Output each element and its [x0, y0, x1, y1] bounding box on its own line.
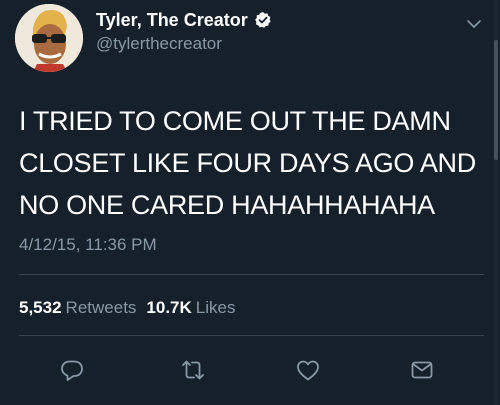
tweet-text-line: NO ONE CARED HAHAHHAHAHA [19, 190, 435, 220]
tweet-timestamp[interactable]: 4/12/15, 11:36 PM [19, 235, 157, 255]
reply-icon[interactable] [58, 356, 86, 384]
avatar[interactable] [15, 4, 83, 72]
divider [19, 274, 484, 275]
tweet-text-line: I TRIED TO COME OUT THE DAMN [19, 106, 451, 136]
author-handle[interactable]: @tylerthecreator [96, 33, 272, 55]
tweet-header: Tyler, The Creator @tylerthecreator [0, 0, 500, 80]
tweet-text-line: CLOSET LIKE FOUR DAYS AGO AND [19, 148, 476, 178]
retweets-count: 5,532 [19, 298, 62, 317]
scrollbar-track[interactable] [494, 0, 498, 405]
like-icon[interactable] [294, 356, 322, 384]
retweet-icon[interactable] [179, 356, 207, 384]
retweets-stat[interactable]: 5,532 Retweets [19, 298, 136, 318]
author-block: Tyler, The Creator @tylerthecreator [96, 9, 272, 55]
direct-message-icon[interactable] [408, 356, 436, 384]
divider [19, 335, 484, 336]
retweets-label: Retweets [65, 298, 137, 317]
likes-stat[interactable]: 10.7K Likes [146, 298, 235, 318]
tweet-actions [0, 350, 500, 390]
verified-badge-icon [254, 11, 272, 29]
author-name-row[interactable]: Tyler, The Creator [96, 9, 272, 31]
likes-label: Likes [195, 298, 236, 317]
avatar-image [15, 4, 83, 72]
engagement-stats: 5,532 Retweets 10.7K Likes [19, 298, 235, 318]
likes-count: 10.7K [146, 298, 192, 317]
chevron-down-icon[interactable] [464, 14, 484, 34]
tweet-text: I TRIED TO COME OUT THE DAMN CLOSET LIKE… [19, 100, 489, 226]
author-name[interactable]: Tyler, The Creator [96, 9, 248, 31]
scrollbar-thumb[interactable] [494, 40, 498, 160]
